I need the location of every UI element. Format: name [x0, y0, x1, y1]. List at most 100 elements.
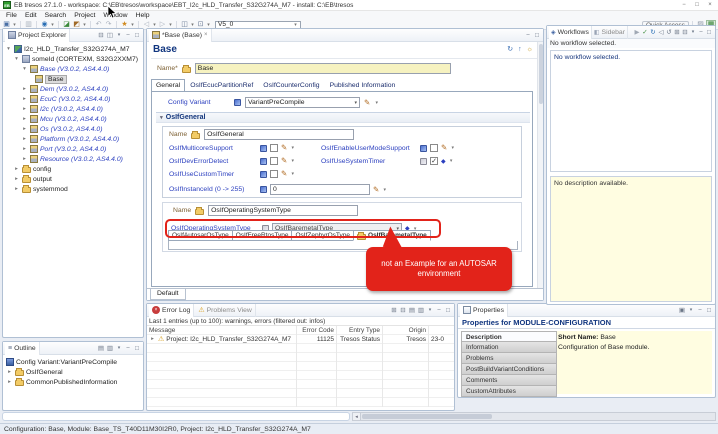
- minimize-icon[interactable]: −: [524, 32, 532, 39]
- globe-caret-icon[interactable]: ▾: [50, 22, 55, 28]
- collapse-all-icon[interactable]: ⊟: [399, 306, 407, 314]
- sort-icon[interactable]: ▤: [97, 344, 105, 352]
- navigate-up-icon[interactable]: ↑: [518, 46, 522, 53]
- tree-item-folder-config[interactable]: ▸ config: [5, 164, 143, 174]
- expand-all-icon[interactable]: ⊞: [390, 306, 398, 314]
- edit-pencil-icon[interactable]: ✎: [281, 144, 287, 152]
- expander-icon[interactable]: ▾: [13, 56, 20, 62]
- tree-item-folder-output[interactable]: ▸ output: [5, 174, 143, 184]
- edit-pencil-icon[interactable]: ✎: [364, 99, 370, 107]
- collapse-all-icon[interactable]: ⊟: [681, 28, 689, 36]
- tab-properties[interactable]: Properties: [460, 304, 508, 317]
- tab-project-explorer[interactable]: Project Explorer: [5, 29, 70, 42]
- tab-osifecucpartitionref[interactable]: OsIfEcucPartitionRef: [185, 79, 258, 91]
- osifusecustomtimer-checkbox[interactable]: [270, 170, 278, 178]
- minimize-icon[interactable]: −: [696, 307, 704, 314]
- refresh-icon[interactable]: ↻: [649, 28, 657, 36]
- name-field[interactable]: Base: [195, 63, 451, 74]
- tree-item-module-port[interactable]: ▸ Port (V3.0.2, AS4.4.0): [5, 144, 143, 154]
- menu-search[interactable]: Search: [41, 12, 71, 19]
- expander-icon[interactable]: ▸: [21, 106, 28, 112]
- column-error-code[interactable]: Error Code: [297, 326, 337, 335]
- properties-nav-problems[interactable]: Problems: [461, 353, 557, 364]
- tab-workflows[interactable]: ◈ Workflows: [549, 26, 592, 39]
- expander-icon[interactable]: ▾: [5, 46, 12, 52]
- back-icon[interactable]: ◁: [657, 28, 665, 36]
- pin-icon[interactable]: ▣: [678, 306, 686, 314]
- gen-name-field[interactable]: OsIfGeneral: [204, 129, 354, 140]
- tree-item-project-root[interactable]: ▾ I2c_HLD_Transfer_S32G274A_M7: [5, 44, 143, 54]
- section-expander-icon[interactable]: ▾: [160, 115, 163, 121]
- link-with-editor-icon[interactable]: ◫: [106, 31, 114, 39]
- maximize-icon[interactable]: □: [444, 307, 452, 314]
- tree-item-module-mcu[interactable]: ▸ Mcu (V3.0.2, AS4.4.0): [5, 114, 143, 124]
- properties-nav-description[interactable]: Description: [461, 331, 557, 342]
- edit-pencil-icon[interactable]: ✎: [281, 170, 287, 178]
- param-osifinstanceid-label[interactable]: OsIfInstanceId (0 -> 255): [169, 186, 257, 193]
- menu-file[interactable]: File: [2, 12, 21, 19]
- tree-item-module-os[interactable]: ▸ Os (V3.0.2, AS4.4.0): [5, 124, 143, 134]
- column-entry-type[interactable]: Entry Type: [337, 326, 383, 335]
- expander-icon[interactable]: ▸: [21, 116, 28, 122]
- refresh-icon[interactable]: ↻: [507, 45, 513, 53]
- pencil-caret-icon[interactable]: ▾: [374, 100, 379, 106]
- tree-item-ecu[interactable]: ▾ someId (CORTEXM, S32G2XXM7): [5, 54, 143, 64]
- osifdeverrordetect-checkbox[interactable]: [270, 157, 278, 165]
- expander-icon[interactable]: ▸: [13, 176, 20, 182]
- tab-problems-view[interactable]: ⚠ Problems View: [195, 304, 256, 317]
- expander-icon[interactable]: ▸: [21, 146, 28, 152]
- minimize-icon[interactable]: −: [697, 29, 705, 36]
- scroll-left-icon[interactable]: ◂: [352, 412, 361, 421]
- scrollbar-thumb[interactable]: [362, 414, 492, 419]
- section-osifgeneral[interactable]: ▾ OsIfGeneral: [156, 112, 530, 123]
- osifusesystemtimer-checkbox[interactable]: ✓: [430, 157, 438, 165]
- expander-icon[interactable]: ▾: [21, 66, 28, 72]
- check-icon[interactable]: ✓: [641, 28, 649, 36]
- run-caret-icon[interactable]: ▾: [190, 22, 195, 28]
- tab-osifcounterconfig[interactable]: OsIfCounterConfig: [258, 79, 324, 91]
- tab-sidebar[interactable]: ◧ Sidebar: [592, 26, 628, 39]
- minimize-icon[interactable]: −: [124, 32, 132, 39]
- outline-item-commonpublishedinformation[interactable]: ▸ CommonPublishedInformation: [6, 377, 143, 387]
- new-wizard-caret-icon[interactable]: ▾: [12, 22, 17, 28]
- maximize-icon[interactable]: □: [705, 307, 713, 314]
- outline-item-config-variant[interactable]: Config Variant:VariantPreCompile: [6, 357, 143, 367]
- tree-item-module-dem[interactable]: ▸ Dem (V3.0.2, AS4.4.0): [5, 84, 143, 94]
- param-osifenableusermodesupport-label[interactable]: OsIfEnableUserModeSupport: [321, 145, 417, 152]
- column-message[interactable]: Message: [147, 326, 297, 335]
- editor-tab-close-icon[interactable]: ×: [204, 32, 208, 38]
- param-osifdeverrordetect-label[interactable]: OsIfDevErrorDetect: [169, 158, 257, 165]
- properties-nav-postbuildvariantconditions[interactable]: PostBuildVariantConditions: [461, 364, 557, 375]
- tree-item-module-resource[interactable]: ▸ Resource (V3.0.2, AS4.4.0): [5, 154, 143, 164]
- config-variant-combo[interactable]: VariantPreCompile ▾: [245, 97, 360, 108]
- properties-nav-information[interactable]: Information: [461, 342, 557, 353]
- tree-item-module-platform[interactable]: ▸ Platform (V3.0.2, AS4.4.0): [5, 134, 143, 144]
- param-osifmulticoresupport-label[interactable]: OsIfMulticoreSupport: [169, 145, 257, 152]
- view-menu-icon[interactable]: ▾: [115, 345, 123, 351]
- menu-help[interactable]: Help: [132, 12, 154, 19]
- osifmulticoresupport-checkbox[interactable]: [270, 144, 278, 152]
- window-minimize-button[interactable]: −: [679, 2, 689, 8]
- tab-default-page[interactable]: Default: [150, 289, 186, 300]
- column-time[interactable]: [429, 326, 454, 335]
- expander-icon[interactable]: ▸: [6, 379, 13, 385]
- tree-item-module-ecuc[interactable]: ▸ EcuC (V3.0.2, AS4.4.0): [5, 94, 143, 104]
- play-icon[interactable]: ▶: [633, 28, 641, 36]
- view-menu-icon[interactable]: ▾: [689, 29, 697, 35]
- menu-project[interactable]: Project: [70, 12, 99, 19]
- forward-caret-icon[interactable]: ▾: [168, 22, 173, 28]
- param-osifusesystemtimer-label[interactable]: OsIfUseSystemTimer: [321, 158, 417, 165]
- properties-nav-comments[interactable]: Comments: [461, 375, 557, 386]
- tab-outline[interactable]: ≡ Outline: [5, 342, 40, 355]
- tree-item-folder-systemmod[interactable]: ▸ systemmod: [5, 184, 143, 194]
- expander-icon[interactable]: ▸: [21, 86, 28, 92]
- osifenableusermodesupport-checkbox[interactable]: [430, 144, 438, 152]
- param-osifusecustomtimer-label[interactable]: OsIfUseCustomTimer: [169, 171, 257, 178]
- open-log-icon[interactable]: ▤: [408, 306, 416, 314]
- pencil-caret-icon[interactable]: ▾: [290, 145, 295, 151]
- help-icon[interactable]: ☼: [527, 46, 533, 53]
- os-name-field[interactable]: OsIfOperatingSystemType: [208, 205, 358, 216]
- expander-icon[interactable]: ▸: [21, 156, 28, 162]
- edit-pencil-icon[interactable]: ✎: [373, 186, 379, 194]
- properties-nav-customattributes[interactable]: CustomAttributes: [461, 386, 557, 397]
